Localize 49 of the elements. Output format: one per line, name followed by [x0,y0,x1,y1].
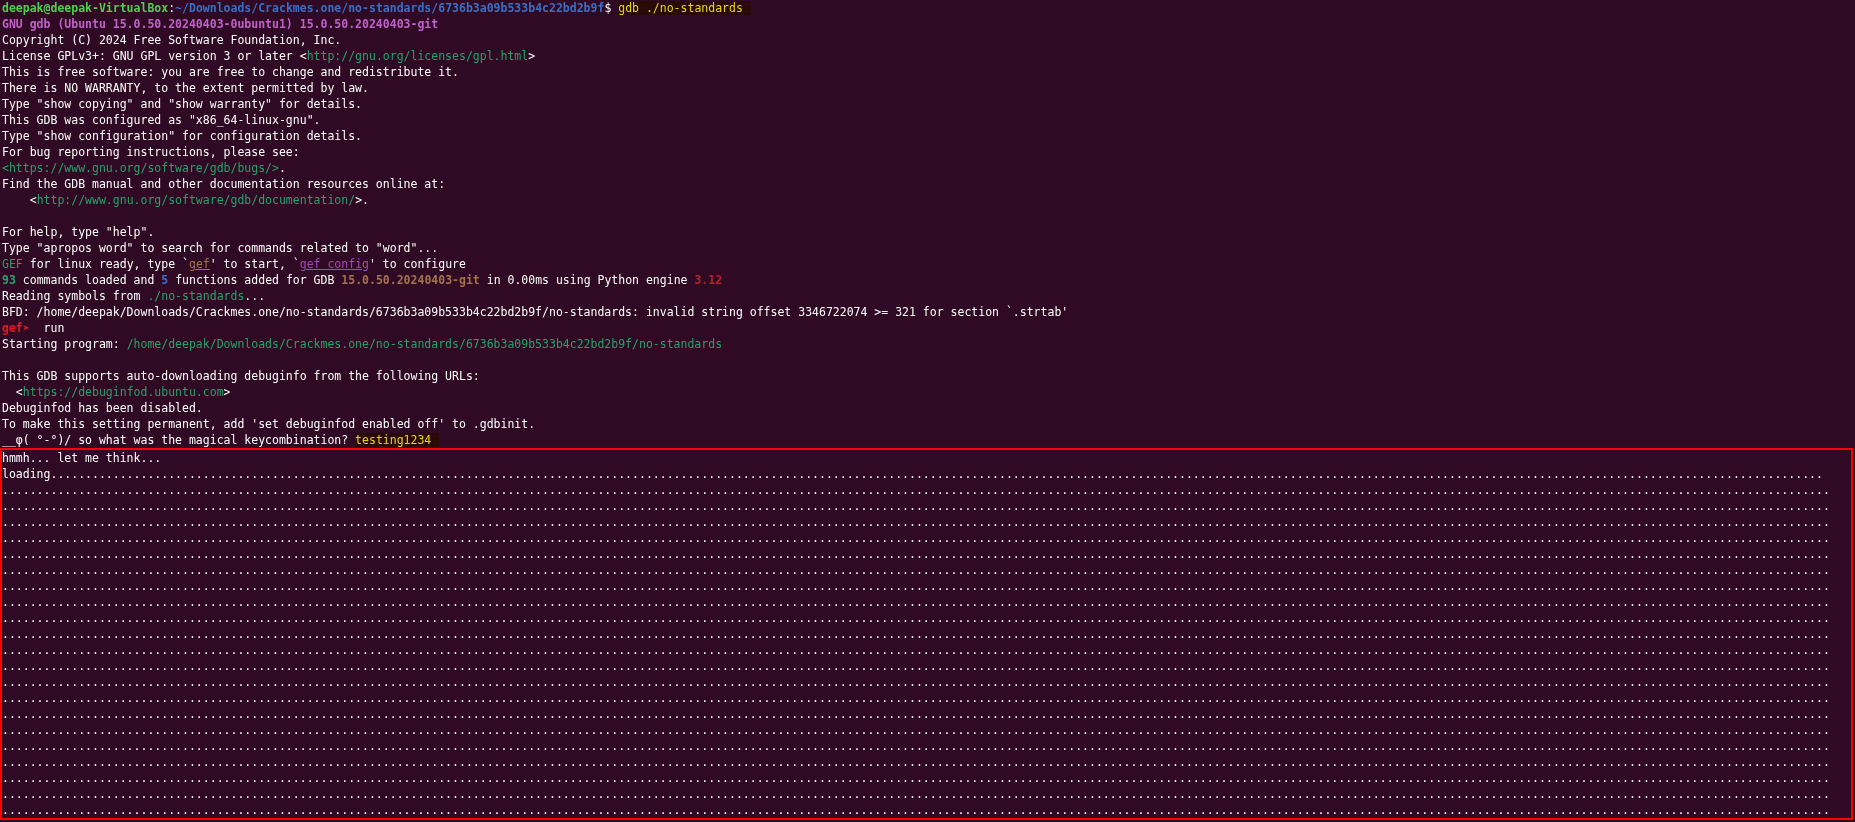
terminal-line: Copyright (C) 2024 Free Software Foundation, Inc. [2,32,343,48]
terminal-line: ........................................................................................................................................................................................................................................................................ [2,706,1831,722]
terminal-line: __φ( °-°)/ so what was the magical keycombination? testing1234 [2,432,1853,448]
terminal-line: ........................................................................................................................................................................................................................................................................ [2,562,1831,578]
terminal-line: ........................................................................................................................................................................................................................................................................ [2,802,1831,818]
terminal-line: ........................................................................................................................................................................................................................................................................ [2,578,1831,594]
terminal-line: Debuginfod has been disabled. [2,400,204,416]
terminal-line: ........................................................................................................................................................................................................................................................................ [2,738,1831,754]
terminal-line: BFD: /home/deepak/Downloads/Crackmes.one/no-standards/6736b3a09b533b4c22bd2b9f/no-standards: invalid string offset 3346722074 >= 321 for section `.strtab' [2,304,1070,320]
terminal-line: gef➤ run [2,320,66,336]
terminal-line: Starting program: /home/deepak/Downloads/Crackmes.one/no-standards/6736b3a09b533b4c22bd2b9f/no-standards [2,336,724,352]
terminal-line: Type "show configuration" for configuration details. [2,128,364,144]
terminal-line: Type "show copying" and "show warranty" for details. [2,96,364,112]
terminal-line: ........................................................................................................................................................................................................................................................................ [2,498,1831,514]
terminal-line: License GPLv3+: GNU GPL version 3 or later <http://gnu.org/licenses/gpl.html> [2,48,537,64]
terminal-line: Type "apropos word" to search for commands related to "word"... [2,240,440,256]
terminal-line: ........................................................................................................................................................................................................................................................................ [2,754,1831,770]
terminal-line: <http://www.gnu.org/software/gdb/documentation/>. [28,192,370,208]
terminal-line: This GDB was configured as "x86_64-linux-gnu". [2,112,322,128]
terminal-line: loading................................................................................................................................................................................................................................................................ [2,466,1824,482]
terminal-line: <https://debuginfod.ubuntu.com> [14,384,232,400]
terminal-line: Find the GDB manual and other documentation resources online at: [2,176,447,192]
terminal-line: For help, type "help". [2,224,156,240]
terminal-line: <https://www.gnu.org/software/gdb/bugs/>. [2,160,287,176]
terminal-line: This is free software: you are free to change and redistribute it. [2,64,460,80]
terminal-line: To make this setting permanent, add 'set debuginfod enabled off' to .gdbinit. [2,416,537,432]
terminal-line: Reading symbols from ./no-standards... [2,288,267,304]
terminal-line: ........................................................................................................................................................................................................................................................................ [2,530,1831,546]
terminal-line: deepak@deepak-VirtualBox:~/Downloads/Crackmes.one/no-standards/6736b3a09b533b4c22bd2b9f$ gdb ./no-standards [2,0,1853,16]
terminal-line: ........................................................................................................................................................................................................................................................................ [2,514,1831,530]
terminal-line: ........................................................................................................................................................................................................................................................................ [2,690,1831,706]
terminal-line: This GDB supports auto-downloading debuginfo from the following URLs: [2,368,481,384]
terminal-line: ........................................................................................................................................................................................................................................................................ [2,786,1831,802]
terminal-line: ........................................................................................................................................................................................................................................................................ [2,770,1831,786]
terminal-line: ........................................................................................................................................................................................................................................................................ [2,610,1831,626]
terminal-line: ........................................................................................................................................................................................................................................................................ [2,594,1831,610]
terminal-line: For bug reporting instructions, please see: [2,144,301,160]
terminal-line: ........................................................................................................................................................................................................................................................................ [2,642,1831,658]
terminal-line: GNU gdb (Ubuntu 15.0.50.20240403-0ubuntu1) 15.0.50.20240403-git [2,16,440,32]
terminal-line: ........................................................................................................................................................................................................................................................................ [2,482,1831,498]
terminal-line: 93 commands loaded and 5 functions added for GDB 15.0.50.20240403-git in 0.00ms using Python engine 3.12 [2,272,724,288]
terminal-line: ........................................................................................................................................................................................................................................................................ [2,722,1831,738]
terminal-line: GEF for linux ready, type `gef' to start, `gef config' to configure [2,256,467,272]
terminal-line: ........................................................................................................................................................................................................................................................................ [2,658,1831,674]
terminal-line: ........................................................................................................................................................................................................................................................................ [2,546,1831,562]
terminal-line: ........................................................................................................................................................................................................................................................................ [2,626,1831,642]
terminal-line: ........................................................................................................................................................................................................................................................................ [2,674,1831,690]
terminal-line: There is NO WARRANTY, to the extent permitted by law. [2,80,370,96]
terminal-line: hmmh... let me think... [2,450,163,466]
